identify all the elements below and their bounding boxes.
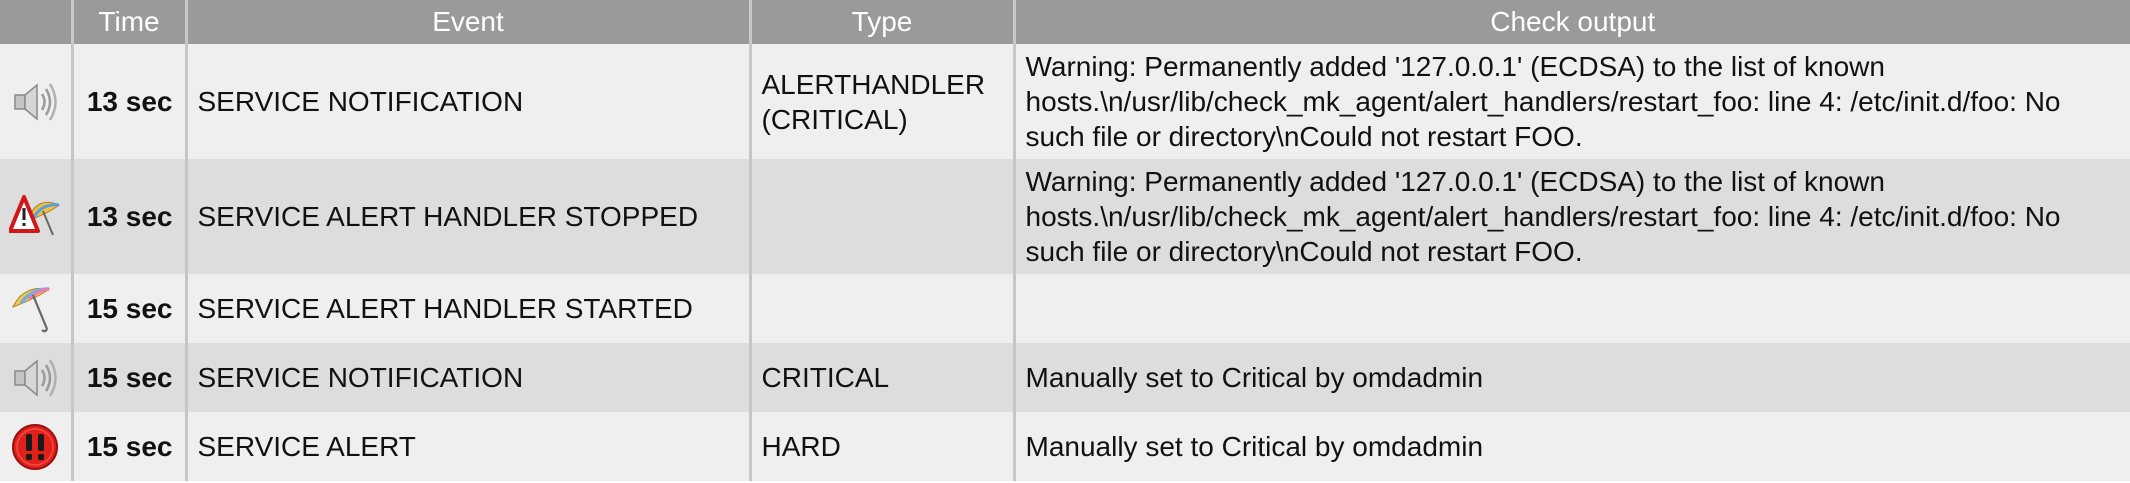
event-type: CRITICAL	[748, 343, 1014, 412]
event-type-line2: (CRITICAL)	[761, 103, 908, 135]
table-row: 13 sec SERVICE ALERT HANDLER STOPPED War…	[0, 159, 2130, 274]
event-time: 15 sec	[70, 412, 186, 481]
speaker-icon	[14, 82, 57, 121]
event-name: SERVICE ALERT HANDLER STARTED	[184, 274, 750, 343]
event-type: HARD	[748, 412, 1014, 481]
event-name: SERVICE NOTIFICATION	[184, 44, 750, 159]
umbrella-icon	[12, 286, 51, 332]
check-output: Warning: Permanently added '127.0.0.1' (…	[1012, 159, 2130, 274]
event-log-table: Time Event Type Check output 13 sec SERV…	[0, 0, 2130, 481]
umbrella-warning-icon	[9, 194, 61, 235]
event-type	[748, 274, 1014, 343]
speaker-icon	[14, 358, 57, 397]
header-icon	[0, 0, 72, 44]
table-row: 15 sec SERVICE NOTIFICATION CRITICAL Man…	[0, 343, 2130, 412]
event-time: 15 sec	[70, 343, 186, 412]
header-type[interactable]: Type	[748, 0, 1014, 44]
event-time: 13 sec	[70, 159, 186, 274]
header-check-output[interactable]: Check output	[1012, 0, 2130, 44]
header-time[interactable]: Time	[70, 0, 186, 44]
event-time: 15 sec	[70, 274, 186, 343]
check-output: Warning: Permanently added '127.0.0.1' (…	[1012, 44, 2130, 159]
event-type-line1: CRITICAL	[761, 362, 890, 393]
event-type-line1: ALERTHANDLER	[761, 68, 986, 100]
header-event[interactable]: Event	[184, 0, 750, 44]
event-name: SERVICE ALERT HANDLER STOPPED	[184, 159, 750, 274]
event-type-line1: HARD	[761, 431, 841, 462]
event-type	[748, 159, 1014, 274]
check-output: Manually set to Critical by omdadmin	[1012, 412, 2130, 481]
event-type: ALERTHANDLER (CRITICAL)	[748, 44, 1014, 159]
check-output	[1012, 274, 2130, 343]
event-name: SERVICE NOTIFICATION	[184, 343, 750, 412]
table-row: 13 sec SERVICE NOTIFICATION ALERTHANDLER…	[0, 44, 2130, 159]
table-row: 15 sec SERVICE ALERT HANDLER STARTED	[0, 274, 2130, 343]
event-time: 13 sec	[70, 44, 186, 159]
table-header-row: Time Event Type Check output	[0, 0, 2130, 44]
check-output: Manually set to Critical by omdadmin	[1012, 343, 2130, 412]
critical-alert-icon	[12, 423, 59, 470]
table-row: 15 sec SERVICE ALERT HARD Manually set t…	[0, 412, 2130, 481]
event-name: SERVICE ALERT	[184, 412, 750, 481]
